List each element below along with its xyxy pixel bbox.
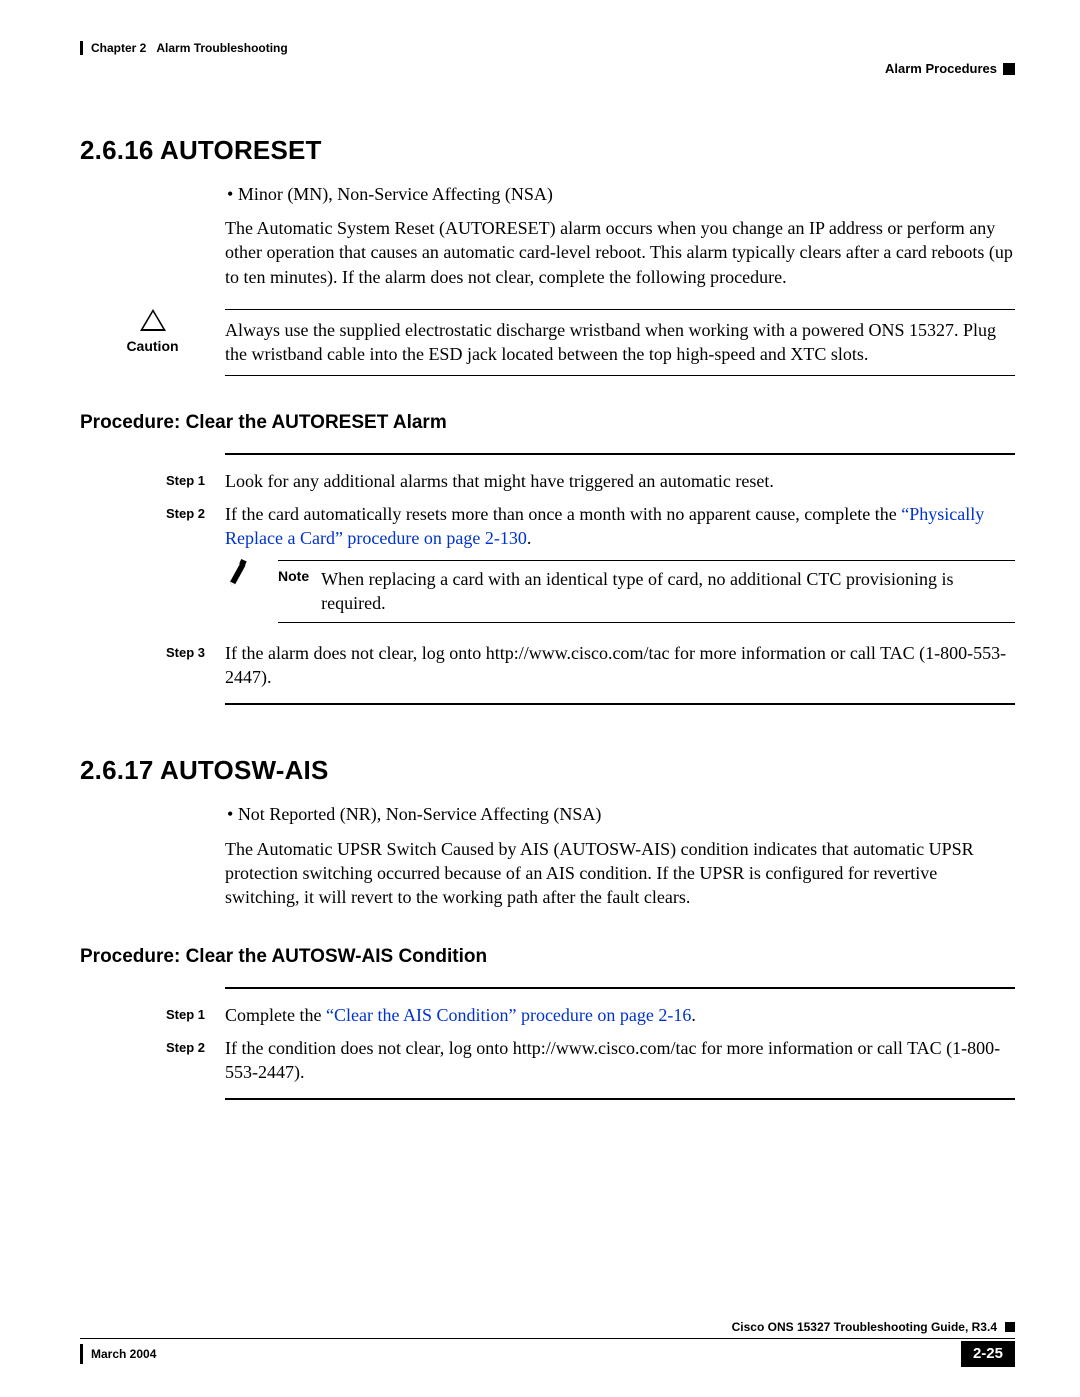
footer-rule <box>80 1338 1015 1339</box>
step-label: Step 1 <box>80 1003 225 1027</box>
procedure-bottom-rule <box>225 1098 1015 1100</box>
step-label: Step 2 <box>80 502 225 633</box>
step-text: If the card automatically resets more th… <box>225 502 1015 633</box>
section-title: AUTOSW-AIS <box>160 755 329 785</box>
note-block: Note When replacing a card with an ident… <box>225 560 1015 623</box>
step-text-after: . <box>691 1005 696 1025</box>
step-label: Step 2 <box>80 1036 225 1085</box>
step-row: Step 1 Look for any additional alarms th… <box>80 469 1015 493</box>
procedure-top-rule <box>225 453 1015 455</box>
page-number-badge: 2-25 <box>961 1341 1015 1367</box>
header-title: Alarm Troubleshooting <box>156 40 287 56</box>
section-title: AUTORESET <box>160 135 322 165</box>
section-number: 2.6.17 <box>80 755 154 785</box>
running-header: Chapter 2 Alarm Troubleshooting <box>80 40 1015 56</box>
severity-bullet: Not Reported (NR), Non-Service Affecting… <box>245 802 1015 826</box>
intro-paragraph: The Automatic UPSR Switch Caused by AIS … <box>225 837 1015 910</box>
page-footer: Cisco ONS 15327 Troubleshooting Guide, R… <box>80 1319 1015 1367</box>
step-text-before: If the card automatically resets more th… <box>225 504 901 524</box>
footer-vbar <box>80 1344 83 1364</box>
footer-date: March 2004 <box>91 1346 156 1362</box>
header-chapter: Chapter 2 <box>91 40 146 56</box>
note-label: Note <box>278 567 321 586</box>
header-vbar <box>80 41 83 55</box>
caution-triangle-icon <box>140 309 166 331</box>
step-row: Step 2 If the card automatically resets … <box>80 502 1015 633</box>
header-square-icon <box>1003 63 1015 75</box>
step-text-after: . <box>527 528 532 548</box>
caution-text: Always use the supplied electrostatic di… <box>225 309 1015 376</box>
step-row: Step 1 Complete the “Clear the AIS Condi… <box>80 1003 1015 1027</box>
xref-link[interactable]: “Clear the AIS Condition” procedure on p… <box>326 1005 691 1025</box>
step-label: Step 3 <box>80 641 225 690</box>
caution-block: Caution Always use the supplied electros… <box>80 309 1015 376</box>
step-text: Look for any additional alarms that migh… <box>225 469 1015 493</box>
procedure-heading: Procedure: Clear the AUTORESET Alarm <box>80 410 1015 436</box>
intro-paragraph: The Automatic System Reset (AUTORESET) a… <box>225 216 1015 289</box>
caution-label: Caution <box>126 337 178 356</box>
footer-guide: Cisco ONS 15327 Troubleshooting Guide, R… <box>732 1319 997 1335</box>
step-row: Step 2 If the condition does not clear, … <box>80 1036 1015 1085</box>
step-label: Step 1 <box>80 469 225 493</box>
step-text: If the alarm does not clear, log onto ht… <box>225 641 1015 690</box>
procedure-heading: Procedure: Clear the AUTOSW-AIS Conditio… <box>80 944 1015 970</box>
section-heading-autoreset: 2.6.16 AUTORESET <box>80 133 1015 168</box>
section-heading-autosw-ais: 2.6.17 AUTOSW-AIS <box>80 753 1015 788</box>
procedure-bottom-rule <box>225 703 1015 705</box>
step-text: If the condition does not clear, log ont… <box>225 1036 1015 1085</box>
section-number: 2.6.16 <box>80 135 154 165</box>
running-header-right: Alarm Procedures <box>80 60 1015 78</box>
header-section: Alarm Procedures <box>885 60 997 78</box>
step-text: Complete the “Clear the AIS Condition” p… <box>225 1003 1015 1027</box>
pencil-icon <box>222 556 256 586</box>
note-text: When replacing a card with an identical … <box>321 567 1015 616</box>
procedure-top-rule <box>225 987 1015 989</box>
step-row: Step 3 If the alarm does not clear, log … <box>80 641 1015 690</box>
step-text-before: Complete the <box>225 1005 326 1025</box>
severity-bullet: Minor (MN), Non-Service Affecting (NSA) <box>245 182 1015 206</box>
footer-square-icon <box>1005 1322 1015 1332</box>
